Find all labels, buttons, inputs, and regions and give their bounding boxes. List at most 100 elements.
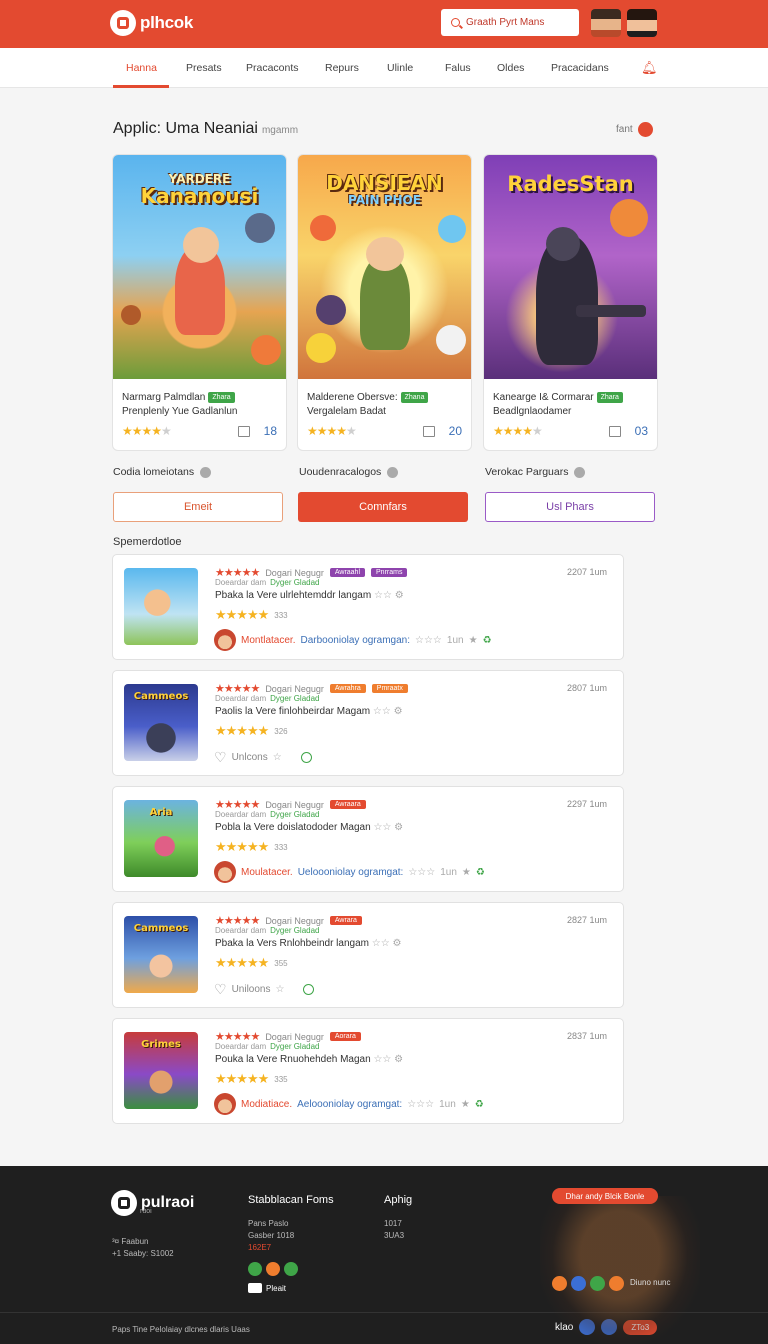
review-time: 2807 1um: [566, 683, 607, 693]
info-icon[interactable]: [574, 466, 586, 478]
social-icon-4[interactable]: [609, 1276, 624, 1291]
list-item[interactable]: Cammeos ★★★★★ Dogari Negugr Awrara 2827 1u…: [112, 902, 624, 1008]
avatar[interactable]: [214, 861, 236, 883]
heart-icon[interactable]: ♡: [214, 749, 227, 766]
rating-stars: ★★★★★: [215, 1071, 269, 1086]
see-more-link[interactable]: fant: [616, 122, 653, 137]
footer-logo[interactable]: pulraoi: [111, 1190, 194, 1216]
reviewer-name[interactable]: Modiatiace.: [241, 1099, 292, 1110]
game-thumbnail[interactable]: Grimes: [124, 1032, 198, 1109]
check-icon[interactable]: [248, 1262, 262, 1276]
brand-logo[interactable]: plhcok: [110, 10, 193, 36]
search-icon: [451, 18, 460, 27]
featured-card[interactable]: DANSIEAN PAIN PHOE Malderene Obersve: Zhan…: [297, 154, 472, 451]
reviewer-name[interactable]: Montlatacer.: [241, 635, 295, 646]
footer-right-label: klao: [555, 1321, 574, 1333]
featured-card[interactable]: YARDERE Kananousi Narmarg Palmdlan Zhara P…: [112, 154, 287, 451]
footer-link[interactable]: Gasber 1018: [248, 1230, 294, 1242]
nav-item-home[interactable]: Hanna: [126, 62, 157, 74]
avatar[interactable]: [214, 1093, 236, 1115]
rating-stars: ★★★★★: [215, 839, 269, 854]
logo-icon: [111, 1190, 137, 1216]
footer-hot-link[interactable]: 162E7: [248, 1242, 294, 1254]
reviewer-desc: Ueloooniolay ogramgat:: [297, 866, 404, 878]
footer-link[interactable]: 1017: [384, 1218, 404, 1230]
top-header: plhcok Graath Pyrt Mans: [0, 0, 768, 48]
active-tab-indicator: [113, 85, 169, 88]
rating-count: 333: [274, 842, 288, 852]
rating-stars: ★★★★★: [215, 723, 269, 738]
nav-item-7[interactable]: Oldes: [497, 62, 524, 74]
status-badge: Awrahra: [329, 684, 366, 693]
social-label: Diuno nunc: [630, 1278, 671, 1288]
check-icon[interactable]: [284, 1262, 298, 1276]
social-icon-3[interactable]: [590, 1276, 605, 1291]
footer-pill-button[interactable]: ZTo3: [623, 1319, 658, 1335]
review-time: 2827 1um: [566, 915, 607, 925]
comment-icon[interactable]: [237, 425, 250, 437]
nav-item-6[interactable]: Falus: [445, 62, 471, 74]
footer-link[interactable]: 3UA3: [384, 1230, 404, 1242]
featured-card[interactable]: RadesStan Kanearge I& Cormarar Zhara Bead…: [483, 154, 658, 451]
filter-button-3[interactable]: Usl Phars: [485, 492, 655, 522]
review-author: Dogari Negugr: [265, 915, 324, 926]
list-item[interactable]: ★★★★★ Dogari Negugr Awraahl Pnrrams 2207 1u…: [112, 554, 624, 660]
app-icon: [248, 1283, 262, 1293]
review-time: 2207 1um: [566, 567, 607, 577]
share-icon[interactable]: ♻: [483, 635, 492, 646]
search-placeholder: Graath Pyrt Mans: [466, 17, 545, 28]
reviewer-name[interactable]: Moulatacer.: [241, 867, 293, 878]
social-icon-1[interactable]: [552, 1276, 567, 1291]
check-icon[interactable]: [266, 1262, 280, 1276]
rating-stars: ★★★★★: [215, 607, 269, 622]
footer-cta-button[interactable]: Dhar andy Blcik Bonle: [552, 1188, 658, 1204]
game-thumbnail[interactable]: Aria: [124, 800, 198, 877]
game-thumbnail[interactable]: [124, 568, 198, 645]
star-icon[interactable]: ☆: [275, 984, 284, 995]
info-icon[interactable]: [387, 466, 399, 478]
status-badge: Pnrrams: [371, 568, 408, 577]
info-icon[interactable]: [200, 466, 212, 478]
game-thumbnail[interactable]: Cammeos: [124, 916, 198, 993]
info-icon[interactable]: [300, 752, 312, 763]
share-icon[interactable]: ♻: [476, 867, 485, 878]
section-title-text: Applic: Uma Neaniai: [113, 120, 258, 137]
footer-link[interactable]: Pans Paslo: [248, 1218, 294, 1230]
list-item[interactable]: Aria ★★★★★ Dogari Negugr Awraara 2297 1um …: [112, 786, 624, 892]
nav-item-3[interactable]: Pracaconts: [246, 62, 299, 74]
info-icon[interactable]: [303, 984, 315, 995]
nav-item-2[interactable]: Presats: [186, 62, 222, 74]
list-item[interactable]: Cammeos ★★★★★ Dogari Negugr Awrahra Pmraatx…: [112, 670, 624, 776]
see-more-label: fant: [616, 124, 633, 135]
avatar[interactable]: [214, 629, 236, 651]
filter-button-2[interactable]: Comnfars: [298, 492, 468, 522]
notification-icon[interactable]: 🔔︎: [641, 60, 658, 75]
social-icon-2[interactable]: [571, 1276, 586, 1291]
game-thumbnail[interactable]: Cammeos: [124, 684, 198, 761]
likes-label: Uniloons: [231, 984, 271, 995]
nav-item-4[interactable]: Repurs: [325, 62, 359, 74]
star-icon[interactable]: ☆: [273, 752, 282, 763]
reviewer-desc: Aeloooniolay ogramgat:: [297, 1098, 403, 1110]
footer-col-title: Stabblacan Foms: [248, 1194, 334, 1206]
share-icon[interactable]: ♻: [475, 1099, 484, 1110]
review-meta: Doeardar dam Dyger Gladad: [215, 810, 320, 819]
comment-icon[interactable]: [608, 425, 621, 437]
heart-icon[interactable]: ♡: [214, 981, 227, 998]
copyright: Paps Tine Pelolaiay dlcnes dlaris Uaas: [112, 1325, 250, 1334]
filter-button-1[interactable]: Emeit: [113, 492, 283, 522]
nav-item-5[interactable]: Ulinle: [387, 62, 413, 74]
section-title: Applic: Uma Neaniai mgamm: [113, 120, 298, 138]
avatar-secondary[interactable]: [627, 9, 657, 37]
footer-app-link[interactable]: Pleait: [248, 1283, 286, 1293]
comment-icon[interactable]: [422, 425, 435, 437]
avatar[interactable]: [591, 9, 621, 37]
list-item[interactable]: Grimes ★★★★★ Dogari Negugr Aorara 2837 1um…: [112, 1018, 624, 1124]
comment-count: 20: [448, 424, 462, 438]
rating-stars: ★★★★★: [307, 424, 357, 438]
nav-item-8[interactable]: Pracacidans: [551, 62, 609, 74]
search-input[interactable]: Graath Pyrt Mans: [441, 9, 579, 36]
send-icon[interactable]: [579, 1319, 596, 1335]
game-tag: Zhana: [400, 392, 429, 404]
send-icon-2[interactable]: [601, 1319, 618, 1335]
